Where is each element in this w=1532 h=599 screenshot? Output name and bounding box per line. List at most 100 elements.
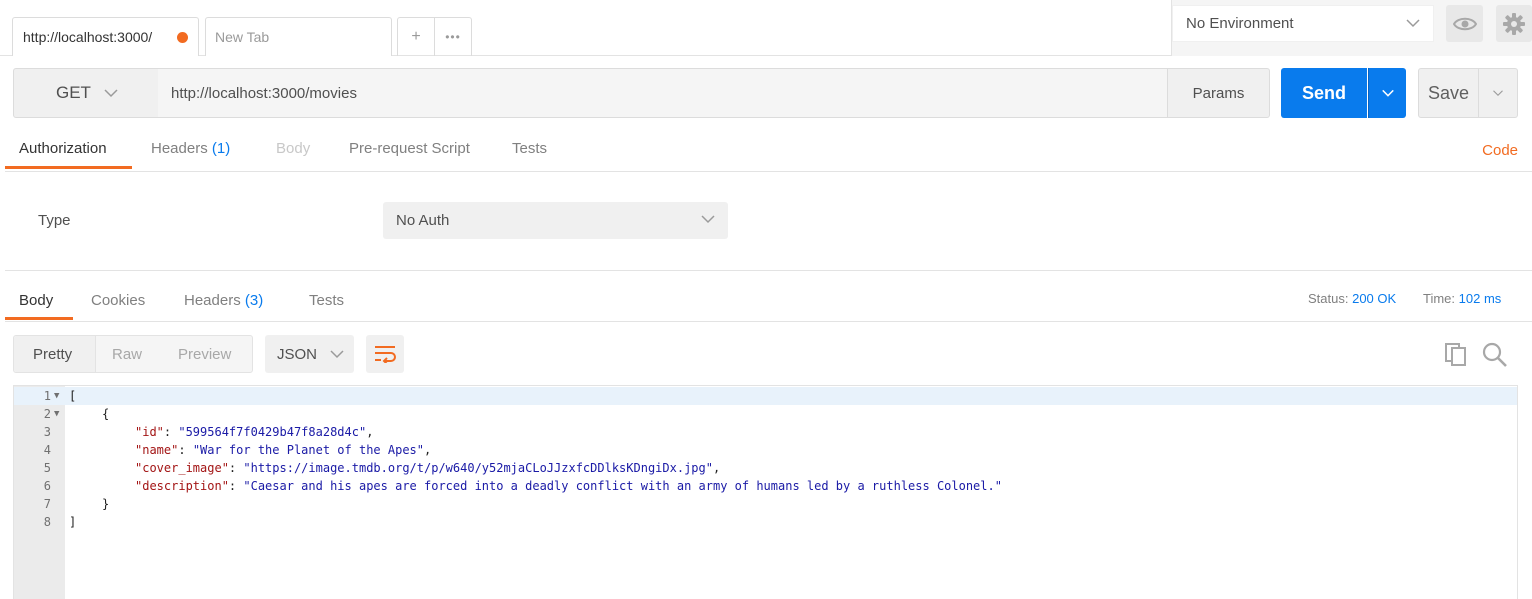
wrap-lines-icon	[375, 346, 396, 363]
json-key: "id"	[135, 425, 164, 439]
line-number: 1	[43, 389, 51, 403]
response-tabs: Body Cookies Headers (3) Tests	[5, 280, 1532, 322]
chevron-down-icon	[701, 215, 715, 224]
chevron-down-icon	[330, 350, 344, 359]
tab-response-headers-label: Headers	[184, 292, 241, 309]
json-value: "War for the Planet of the Apes"	[192, 443, 424, 457]
chevron-down-icon	[1381, 89, 1394, 97]
plus-icon[interactable]: +	[398, 18, 435, 56]
json-trail: ,	[366, 425, 374, 439]
json-trail: ,	[424, 443, 432, 457]
tab-cookies[interactable]: Cookies	[91, 292, 145, 309]
json-trail: ,	[712, 461, 721, 475]
pretty-button[interactable]: Pretty	[33, 346, 72, 363]
search-icon[interactable]	[1482, 342, 1508, 368]
code-line: 5 "cover_image": "https://image.tmdb.org…	[14, 459, 1517, 477]
environment-quick-look-button[interactable]	[1446, 5, 1483, 42]
code-link[interactable]: Code	[1482, 142, 1518, 159]
url-input[interactable]: http://localhost:3000/movies	[158, 68, 1168, 118]
code-line: 6 "description": "Caesar and his apes ar…	[14, 477, 1517, 495]
gear-icon	[1503, 12, 1525, 35]
code-text: "id": "599564f7f0429b47f8a28d4c",	[135, 425, 374, 439]
response-time: Time: 102 ms	[1423, 291, 1501, 306]
fold-arrow-icon[interactable]: ▼	[54, 405, 59, 423]
method-label: GET	[56, 83, 91, 102]
tab-authorization[interactable]: Authorization	[19, 140, 107, 157]
auth-type-label: Type	[38, 212, 71, 229]
code-text: ]	[69, 515, 77, 529]
status-label: Status:	[1308, 291, 1349, 306]
headers-count: (1)	[211, 140, 231, 157]
code-text: [	[69, 389, 77, 403]
request-tab-new[interactable]: New Tab	[205, 17, 392, 56]
json-value: "Caesar and his apes are forced into a d…	[243, 479, 1002, 493]
code-text: "name": "War for the Planet of the Apes"…	[135, 443, 432, 457]
line-number: 3	[43, 425, 51, 439]
chevron-down-icon	[1406, 19, 1420, 28]
request-tab-label: http://localhost:3000/	[23, 29, 153, 45]
request-tabs: Authorization Headers (1) Body Pre-reque…	[5, 128, 1532, 172]
time-value: 102 ms	[1458, 291, 1502, 306]
auth-type-selected: No Auth	[396, 212, 450, 229]
code-line: 3 "id": "599564f7f0429b47f8a28d4c",	[14, 423, 1517, 441]
tab-headers-label: Headers	[151, 140, 208, 157]
auth-type-select[interactable]: No Auth	[383, 202, 728, 239]
code-line: 2 ▼ {	[14, 405, 1517, 423]
send-button[interactable]: Send	[1281, 68, 1367, 118]
json-value: "https://image.tmdb.org/t/p/w640/y52mjaC…	[243, 461, 713, 475]
active-tab-underline	[5, 317, 73, 320]
tab-body[interactable]: Body	[276, 140, 310, 157]
format-select[interactable]: JSON	[265, 335, 354, 373]
code-text: "cover_image": "https://image.tmdb.org/t…	[135, 461, 721, 475]
line-number: 8	[43, 515, 51, 529]
tab-prerequest-script[interactable]: Pre-request Script	[349, 140, 470, 157]
new-tab-label: New Tab	[215, 29, 270, 45]
response-status: Status: 200 OK	[1308, 291, 1396, 306]
params-button[interactable]: Params	[1167, 68, 1270, 118]
code-text: "description": "Caesar and his apes are …	[135, 479, 1002, 493]
more-icon[interactable]: •••	[435, 18, 471, 56]
tab-tests[interactable]: Tests	[512, 140, 547, 157]
active-tab-underline	[5, 166, 132, 169]
send-dropdown-button[interactable]	[1368, 68, 1406, 118]
code-text: }	[102, 497, 110, 511]
code-line: 4 "name": "War for the Planet of the Ape…	[14, 441, 1517, 459]
response-view-toggle: Pretty Raw Preview	[13, 335, 253, 373]
raw-button[interactable]: Raw	[112, 346, 142, 363]
save-button[interactable]: Save	[1418, 68, 1479, 118]
settings-button[interactable]	[1496, 5, 1532, 42]
preview-button[interactable]: Preview	[178, 346, 231, 363]
unsaved-dot-icon	[177, 32, 188, 43]
wrap-lines-button[interactable]	[366, 335, 404, 373]
request-tab-active[interactable]: http://localhost:3000/	[12, 17, 199, 56]
tab-response-body[interactable]: Body	[19, 292, 53, 309]
response-body-viewer[interactable]: 1 ▼ [ 2 ▼ { 3 "id": "599564f7f0429b47f8a…	[13, 385, 1518, 599]
tab-actions: + •••	[397, 17, 472, 56]
code-text: {	[102, 407, 110, 421]
tab-response-headers[interactable]: Headers (3)	[184, 292, 263, 309]
line-number: 6	[43, 479, 51, 493]
json-key: "cover_image"	[135, 461, 229, 475]
save-dropdown-button[interactable]	[1478, 68, 1518, 118]
status-value: 200 OK	[1352, 291, 1397, 306]
environment-select[interactable]: No Environment	[1172, 5, 1434, 42]
format-selected: JSON	[277, 345, 318, 363]
code-line: 7 }	[14, 495, 1517, 513]
code-line: 8 ]	[14, 513, 1517, 531]
chevron-down-icon	[1493, 90, 1503, 97]
section-divider	[5, 270, 1532, 271]
line-number: 2	[43, 407, 51, 421]
line-number: 4	[43, 443, 51, 457]
fold-arrow-icon[interactable]: ▼	[54, 387, 59, 405]
eye-icon	[1452, 17, 1477, 30]
method-select[interactable]: GET	[13, 68, 159, 118]
response-headers-count: (3)	[244, 292, 264, 309]
environment-selected: No Environment	[1186, 15, 1294, 32]
tab-headers[interactable]: Headers (1)	[151, 140, 230, 157]
time-label: Time:	[1423, 291, 1456, 306]
code-line: 1 ▼ [	[14, 387, 1517, 405]
url-value: http://localhost:3000/movies	[171, 84, 357, 102]
tab-response-tests[interactable]: Tests	[309, 292, 344, 309]
copy-icon[interactable]	[1444, 342, 1468, 366]
json-key: "description"	[135, 479, 229, 493]
